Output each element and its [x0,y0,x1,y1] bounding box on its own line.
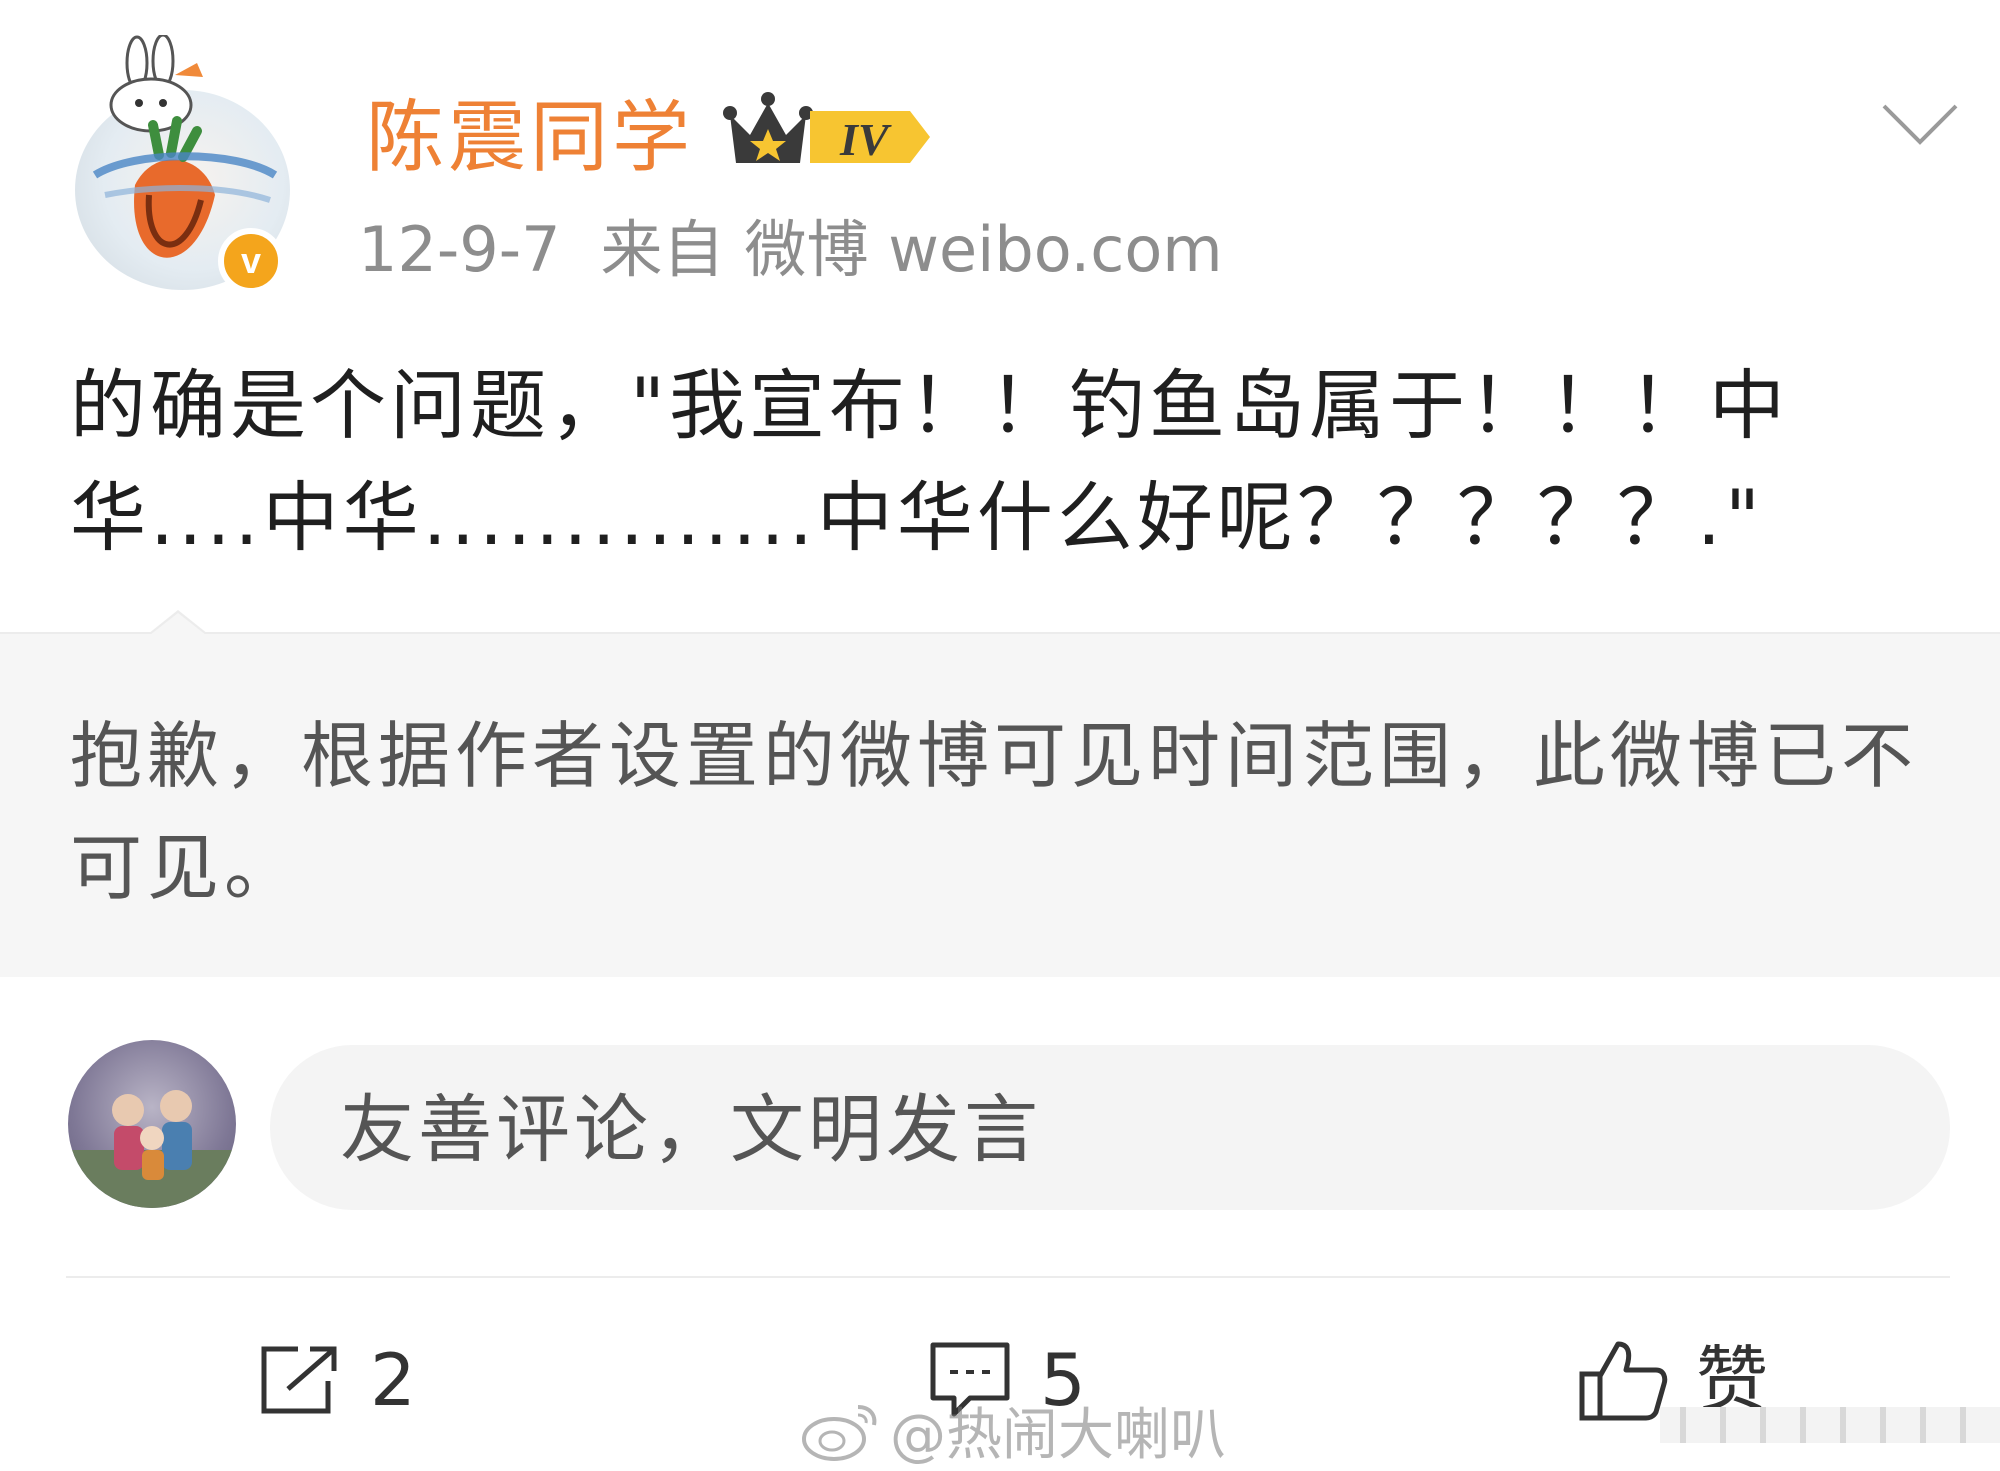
post-text: 的确是个问题，"我宣布！！钓鱼岛属于！！！中华....中华...........… [70,361,1789,562]
level-badge-text: IV [839,114,892,165]
hidden-notice-text: 抱歉，根据作者设置的微博可见时间范围，此微博已不可见。 [70,714,1919,910]
verified-mark: v [240,240,262,281]
source-prefix: 来自 [600,213,725,286]
weibo-logo-icon [802,1404,877,1461]
current-user-avatar[interactable] [68,1040,236,1208]
crown-icon: IV [723,92,930,165]
notice-pointer [148,610,208,635]
watermark-fade-bars [1660,1407,2000,1443]
watermark: @热闹大喇叭 [800,1390,1226,1471]
weibo-post-page: v 陈震同学 IV 12-9-7 来自 微博 weibo.com 的确是个问题，"我… [0,0,2000,1471]
repost-count: 2 [370,1338,416,1422]
author-name[interactable]: 陈震同学 [366,88,694,188]
user-avatar-image [68,1090,236,1208]
repost-icon [261,1346,337,1414]
post-source: 微博 weibo.com [744,213,1223,286]
like-icon [1579,1341,1668,1421]
comment-placeholder[interactable]: 友善评论，文明发言 [340,1085,1042,1175]
post-date: 12-9-7 [358,213,561,286]
repost-button[interactable]: 2 [258,1330,416,1430]
post-meta: 12-9-7 来自 微博 weibo.com [358,210,1263,290]
chevron-down-icon[interactable] [1880,100,1960,148]
verified-icon: v [218,228,284,294]
divider [66,1276,1950,1278]
watermark-text: @热闹大喇叭 [890,1403,1226,1468]
